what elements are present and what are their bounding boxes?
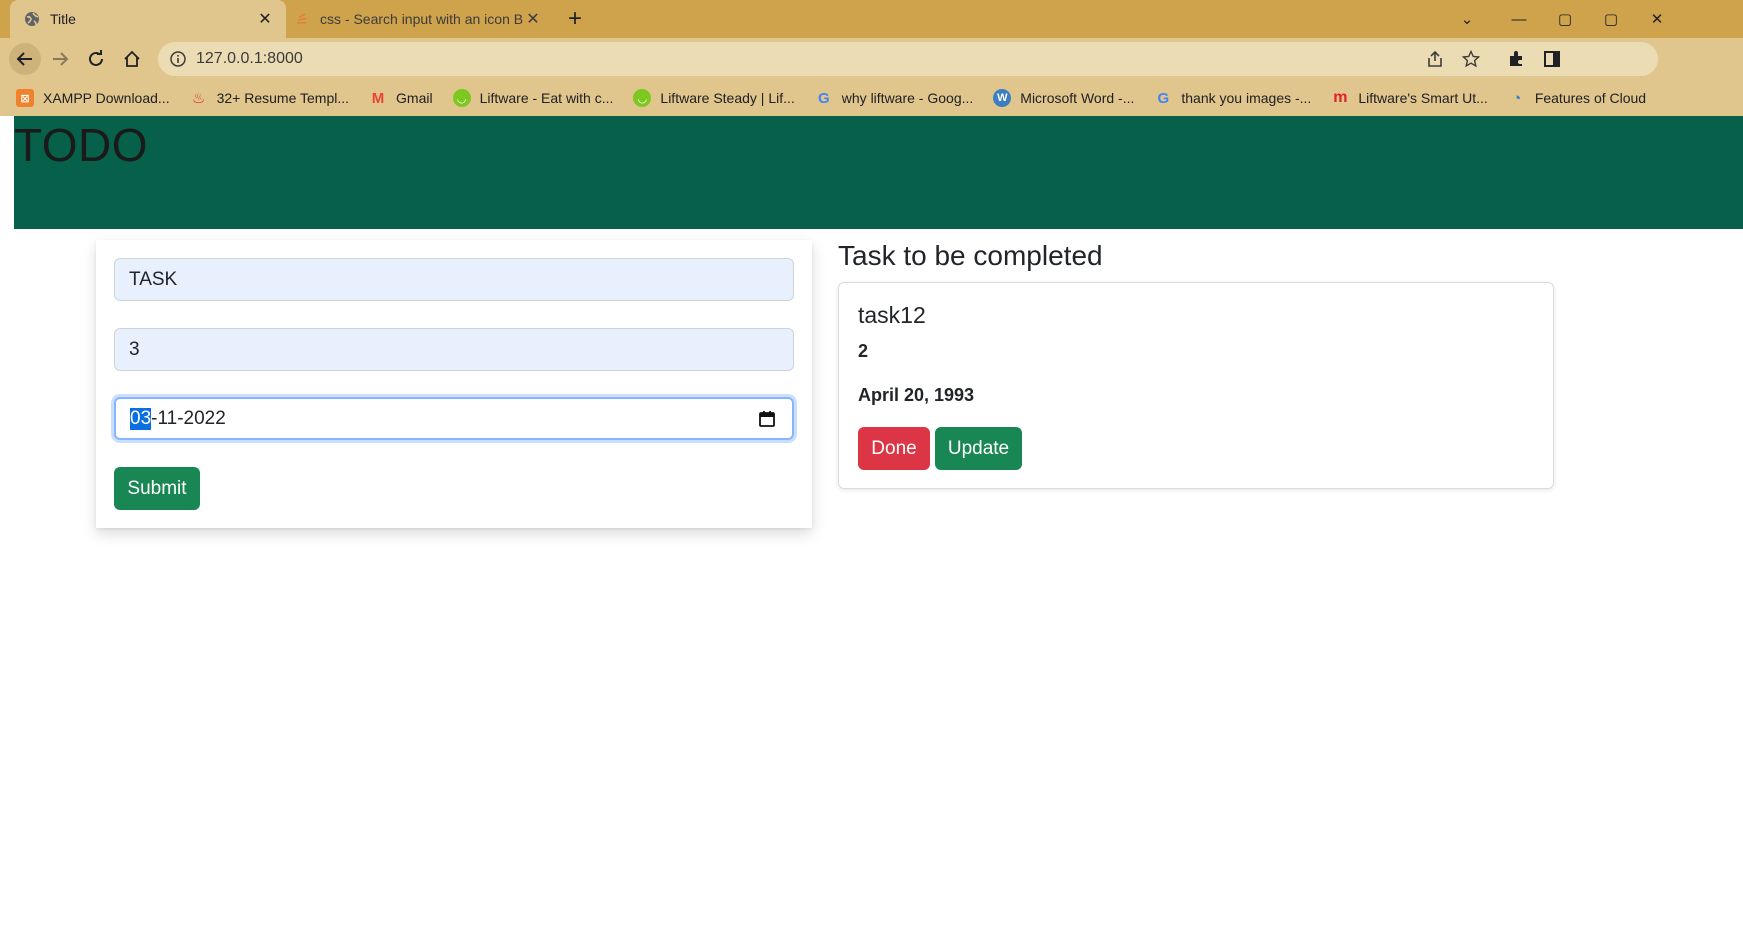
resume-icon: ♨ [191, 90, 206, 107]
globe-icon [25, 12, 39, 26]
update-button[interactable]: Update [935, 427, 1022, 470]
bookmark-label: Liftware - Eat with c... [479, 90, 614, 106]
bookmark-features-cloud[interactable]: ◔ Features of Cloud [1508, 89, 1646, 107]
date-day-segment[interactable]: 03 [130, 407, 152, 430]
arrow-right-icon [53, 52, 69, 66]
close-tab-icon[interactable]: ✕ [256, 10, 274, 28]
bookmark-liftware-steady[interactable]: ◡ Liftware Steady | Lif... [633, 89, 795, 107]
date-input[interactable]: 03 -11-2022 [114, 397, 794, 440]
bookmark-label: Features of Cloud [1534, 90, 1647, 106]
back-button[interactable] [9, 43, 41, 75]
bookmark-label: Microsoft Word -... [1020, 90, 1135, 106]
bookmark-liftware-smart[interactable]: m Liftware's Smart Ut... [1331, 89, 1488, 107]
gmail-icon: M [371, 89, 385, 107]
arrow-left-icon [16, 52, 32, 66]
bookmark-gmail[interactable]: M Gmail [369, 89, 433, 107]
address-url: 127.0.0.1:8000 [196, 50, 303, 67]
bookmark-label: why liftware - Goog... [841, 90, 974, 106]
calendar-icon[interactable] [758, 410, 776, 428]
reload-icon [89, 50, 103, 66]
xampp-icon: ⊠ [16, 89, 34, 107]
bookmark-label: thank you images -... [1181, 90, 1312, 106]
done-button[interactable]: Done [858, 427, 930, 470]
share-icon[interactable] [1423, 47, 1447, 71]
task-list-heading: Task to be completed [838, 240, 1103, 271]
bookmark-microsoft-word[interactable]: W Microsoft Word -... [993, 89, 1134, 107]
tab-title-label: Title [50, 11, 76, 27]
bookmark-why-liftware[interactable]: Gwhy liftware - Goog... [815, 89, 974, 107]
task-name: task12 [858, 302, 926, 328]
tab-css-search-label: css - Search input with an icon B [320, 11, 524, 27]
home-button[interactable] [116, 43, 148, 75]
bookmark-label: 32+ Resume Templ... [216, 90, 350, 106]
forward-button[interactable] [44, 43, 76, 75]
close-tab-icon[interactable]: ✕ [524, 10, 542, 28]
tab-search-icon[interactable]: ⌄ [1444, 0, 1490, 38]
restore-button[interactable]: ▢ [1588, 0, 1634, 38]
submit-button[interactable]: Submit [114, 467, 200, 510]
task-number: 2 [858, 341, 869, 361]
minimize-button[interactable]: — [1496, 0, 1542, 38]
tab-css-search[interactable]: css - Search input with an icon B ✕ [294, 0, 554, 38]
task-input-value: TASK [129, 268, 178, 290]
bookmark-label: XAMPP Download... [43, 90, 170, 106]
wordpress-icon: W [993, 89, 1012, 107]
new-tab-button[interactable]: + [560, 4, 590, 34]
bookmark-star-icon[interactable] [1459, 47, 1483, 71]
date-rest-segment[interactable]: -11-2022 [151, 408, 226, 430]
browser-tab-strip: Title ✕ css - Search input with an icon … [0, 0, 1743, 38]
browser-toolbar: 127.0.0.1:8000 [0, 38, 1743, 80]
task-input[interactable]: TASK [114, 258, 794, 301]
bookmark-label: Gmail [396, 90, 433, 106]
bookmark-liftware-eat[interactable]: ◡ Liftware - Eat with c... [452, 89, 614, 107]
tab-title[interactable]: Title ✕ [10, 0, 286, 38]
liftware-icon: ◡ [452, 89, 471, 107]
close-window-button[interactable]: ✕ [1634, 0, 1680, 38]
page-header: TODO [14, 116, 1743, 229]
bookmark-thank-you[interactable]: Gthank you images -... [1154, 89, 1312, 107]
info-icon[interactable] [170, 51, 186, 67]
number-input-value: 3 [129, 338, 140, 360]
side-panel-icon[interactable] [1540, 47, 1564, 71]
bookmarks-bar: ⊠ XAMPP Download... ♨ 32+ Resume Templ... … [0, 80, 1743, 116]
stackoverflow-icon [297, 13, 307, 24]
task-card: task12 2 April 20, 1993 Done Update [838, 282, 1554, 489]
task-date: April 20, 1993 [858, 385, 975, 405]
google-icon: G [1157, 89, 1170, 107]
bookmark-label: Liftware's Smart Ut... [1358, 90, 1488, 106]
google-icon: G [817, 89, 830, 107]
m-logo-icon: m [1333, 89, 1348, 106]
extensions-icon[interactable] [1504, 47, 1528, 71]
bookmark-resume[interactable]: ♨ 32+ Resume Templ... [190, 89, 349, 107]
home-icon [124, 50, 140, 67]
task-form: TASK 3 03 -11-2022 Submit [96, 240, 812, 528]
edge-icon: ◔ [1512, 89, 1522, 107]
maximize-button[interactable]: ▢ [1542, 0, 1588, 38]
reload-button[interactable] [80, 43, 112, 75]
bookmark-xampp[interactable]: ⊠ XAMPP Download... [16, 89, 170, 107]
number-input[interactable]: 3 [114, 328, 794, 371]
liftware-icon: ◡ [633, 89, 652, 107]
page-title: TODO [14, 119, 149, 171]
bookmark-label: Liftware Steady | Lif... [660, 90, 795, 106]
